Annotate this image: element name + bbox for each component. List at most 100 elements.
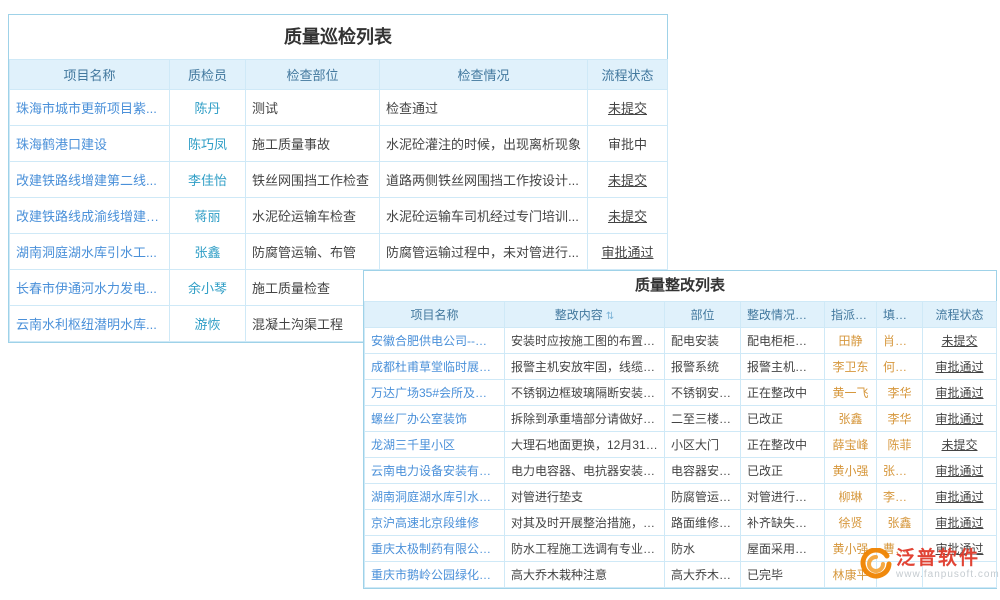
watermark-text: 泛普软件 www.fanpusoft.com <box>896 549 1000 580</box>
cell-status[interactable]: 审批通过 <box>923 484 997 510</box>
cell-reporter[interactable]: 张小东 <box>877 458 923 484</box>
column-header-label: 流程状态 <box>935 308 983 322</box>
cell-feedback: 已改正 <box>741 458 825 484</box>
table-row[interactable]: 万达广场35#会所及咖啡厅空...不锈钢边框玻璃隔断安装不平...不锈钢安装..… <box>365 380 997 406</box>
table-row[interactable]: 成都杜甫草堂临时展厅独立展...报警主机安放牢固，线缆连接...报警系统报警主机… <box>365 354 997 380</box>
cell-content: 不锈钢边框玻璃隔断安装不平... <box>505 380 665 406</box>
cell-assignee[interactable]: 黄一飞 <box>825 380 877 406</box>
cell-content: 电力电容器、电抗器安装方案... <box>505 458 665 484</box>
sort-icon[interactable]: ⇅ <box>606 311 614 322</box>
cell-status[interactable]: 未提交 <box>923 328 997 354</box>
cell-project[interactable]: 安徽合肥供电公司--配电设备... <box>365 328 505 354</box>
cell-reporter[interactable]: 李华 <box>877 406 923 432</box>
cell-status[interactable]: 审批通过 <box>923 380 997 406</box>
table-row[interactable]: 安徽合肥供电公司--配电设备...安装时应按施工图的布置，将...配电安装配电柜… <box>365 328 997 354</box>
table-row[interactable]: 湖南洞庭湖水库引水工...张鑫防腐管运输、布管防腐管运输过程中，未对管进行...… <box>10 234 668 270</box>
cell-feedback: 对管进行垫支 <box>741 484 825 510</box>
cell-project[interactable]: 重庆太极制药有限公司毫州中... <box>365 536 505 562</box>
table-row[interactable]: 云南电力设备安装有限公司20...电力电容器、电抗器安装方案...电容器安装..… <box>365 458 997 484</box>
cell-reporter[interactable]: 肖亚军 <box>877 328 923 354</box>
cell-project[interactable]: 珠海鹤港口建设 <box>10 126 170 162</box>
column-header-label: 整改情况反馈 <box>747 308 819 322</box>
cell-project[interactable]: 长春市伊通河水力发电... <box>10 270 170 306</box>
cell-inspector[interactable]: 张鑫 <box>170 234 246 270</box>
cell-project[interactable]: 珠海市城市更新项目紫... <box>10 90 170 126</box>
cell-status[interactable]: 审批通过 <box>923 458 997 484</box>
cell-part: 施工质量检查 <box>246 270 380 306</box>
column-header-label: 部位 <box>690 308 714 322</box>
cell-assignee[interactable]: 李卫东 <box>825 354 877 380</box>
cell-reporter[interactable]: 李若若 <box>877 484 923 510</box>
cell-reporter[interactable]: 陈菲 <box>877 432 923 458</box>
column-header-feedback: 整改情况反馈 <box>741 302 825 328</box>
cell-project[interactable]: 湖南洞庭湖水库引水工程施工标 <box>365 484 505 510</box>
table-row[interactable]: 龙湖三千里小区大理石地面更换，12月31日之...小区大门正在整改中薛宝峰陈菲未… <box>365 432 997 458</box>
cell-project[interactable]: 改建铁路线成渝线增建第... <box>10 198 170 234</box>
column-header-label: 流程状态 <box>601 68 653 83</box>
cell-part: 报警系统 <box>665 354 741 380</box>
cell-assignee[interactable]: 柳琳 <box>825 484 877 510</box>
rectify-table-card: 质量整改列表 项目名称整改内容⇅部位整改情况反馈指派人员填报人流程状态 安徽合肥… <box>363 270 997 589</box>
cell-content: 高大乔木栽种注意 <box>505 562 665 588</box>
cell-inspector[interactable]: 蒋丽 <box>170 198 246 234</box>
cell-assignee[interactable]: 张鑫 <box>825 406 877 432</box>
cell-status[interactable]: 审批通过 <box>923 510 997 536</box>
cell-status[interactable]: 未提交 <box>588 90 668 126</box>
cell-reporter[interactable]: 李华 <box>877 380 923 406</box>
column-header-reporter: 填报人 <box>877 302 923 328</box>
cell-status[interactable]: 审批中 <box>588 126 668 162</box>
cell-content: 拆除到承重墙部分请做好加固... <box>505 406 665 432</box>
inspection-table-title: 质量巡检列表 <box>9 15 667 59</box>
cell-inspector[interactable]: 陈丹 <box>170 90 246 126</box>
cell-part: 高大乔木栽种 <box>665 562 741 588</box>
cell-inspector[interactable]: 余小琴 <box>170 270 246 306</box>
cell-inspector[interactable]: 游恢 <box>170 306 246 342</box>
table-row[interactable]: 湖南洞庭湖水库引水工程施工标对管进行垫支防腐管运输...对管进行垫支柳琳李若若审… <box>365 484 997 510</box>
cell-feedback: 补齐缺失标志... <box>741 510 825 536</box>
cell-situation: 水泥砼运输车司机经过专门培训... <box>380 198 588 234</box>
brand-url: www.fanpusoft.com <box>896 569 1000 580</box>
cell-status[interactable]: 审批通过 <box>923 354 997 380</box>
cell-status[interactable]: 未提交 <box>923 432 997 458</box>
cell-project[interactable]: 螺丝厂办公室装饰 <box>365 406 505 432</box>
cell-part: 测试 <box>246 90 380 126</box>
cell-project[interactable]: 重庆市鹅岭公园绿化景观提升... <box>365 562 505 588</box>
table-row[interactable]: 京沪高速北京段维修对其及时开展整治措施，桥头...路面维修检...补齐缺失标志.… <box>365 510 997 536</box>
cell-assignee[interactable]: 田静 <box>825 328 877 354</box>
cell-inspector[interactable]: 李佳怡 <box>170 162 246 198</box>
cell-project[interactable]: 改建铁路线增建第二线... <box>10 162 170 198</box>
cell-inspector[interactable]: 陈巧凤 <box>170 126 246 162</box>
cell-assignee[interactable]: 薛宝峰 <box>825 432 877 458</box>
rectify-header-row: 项目名称整改内容⇅部位整改情况反馈指派人员填报人流程状态 <box>365 302 997 328</box>
cell-reporter[interactable]: 何芷萌 <box>877 354 923 380</box>
cell-assignee[interactable]: 徐贤 <box>825 510 877 536</box>
table-row[interactable]: 珠海鹤港口建设陈巧凤施工质量事故水泥砼灌注的时候，出现离析现象审批中 <box>10 126 668 162</box>
table-row[interactable]: 改建铁路线成渝线增建第...蒋丽水泥砼运输车检查水泥砼运输车司机经过专门培训..… <box>10 198 668 234</box>
cell-project[interactable]: 云南水利枢纽潜明水库... <box>10 306 170 342</box>
cell-situation: 检查通过 <box>380 90 588 126</box>
column-header-project: 项目名称 <box>10 60 170 90</box>
table-row[interactable]: 改建铁路线增建第二线...李佳怡铁丝网围挡工作检查道路两侧铁丝网围挡工作按设计.… <box>10 162 668 198</box>
table-row[interactable]: 珠海市城市更新项目紫...陈丹测试检查通过未提交 <box>10 90 668 126</box>
cell-project[interactable]: 云南电力设备安装有限公司20... <box>365 458 505 484</box>
cell-project[interactable]: 万达广场35#会所及咖啡厅空... <box>365 380 505 406</box>
cell-status[interactable]: 未提交 <box>588 198 668 234</box>
cell-situation: 水泥砼灌注的时候，出现离析现象 <box>380 126 588 162</box>
cell-project[interactable]: 成都杜甫草堂临时展厅独立展... <box>365 354 505 380</box>
table-row[interactable]: 螺丝厂办公室装饰拆除到承重墙部分请做好加固...二至三楼混...已改正张鑫李华审… <box>365 406 997 432</box>
cell-project[interactable]: 湖南洞庭湖水库引水工... <box>10 234 170 270</box>
cell-part: 二至三楼混... <box>665 406 741 432</box>
cell-part: 不锈钢安装... <box>665 380 741 406</box>
cell-project[interactable]: 京沪高速北京段维修 <box>365 510 505 536</box>
cell-status[interactable]: 未提交 <box>588 162 668 198</box>
column-header-content[interactable]: 整改内容⇅ <box>505 302 665 328</box>
cell-part: 防腐管运输... <box>665 484 741 510</box>
cell-project[interactable]: 龙湖三千里小区 <box>365 432 505 458</box>
cell-status[interactable]: 审批通过 <box>588 234 668 270</box>
column-header-status: 流程状态 <box>923 302 997 328</box>
cell-assignee[interactable]: 黄小强 <box>825 458 877 484</box>
cell-part: 施工质量事故 <box>246 126 380 162</box>
cell-situation: 道路两侧铁丝网围挡工作按设计... <box>380 162 588 198</box>
cell-reporter[interactable]: 张鑫 <box>877 510 923 536</box>
cell-status[interactable]: 审批通过 <box>923 406 997 432</box>
